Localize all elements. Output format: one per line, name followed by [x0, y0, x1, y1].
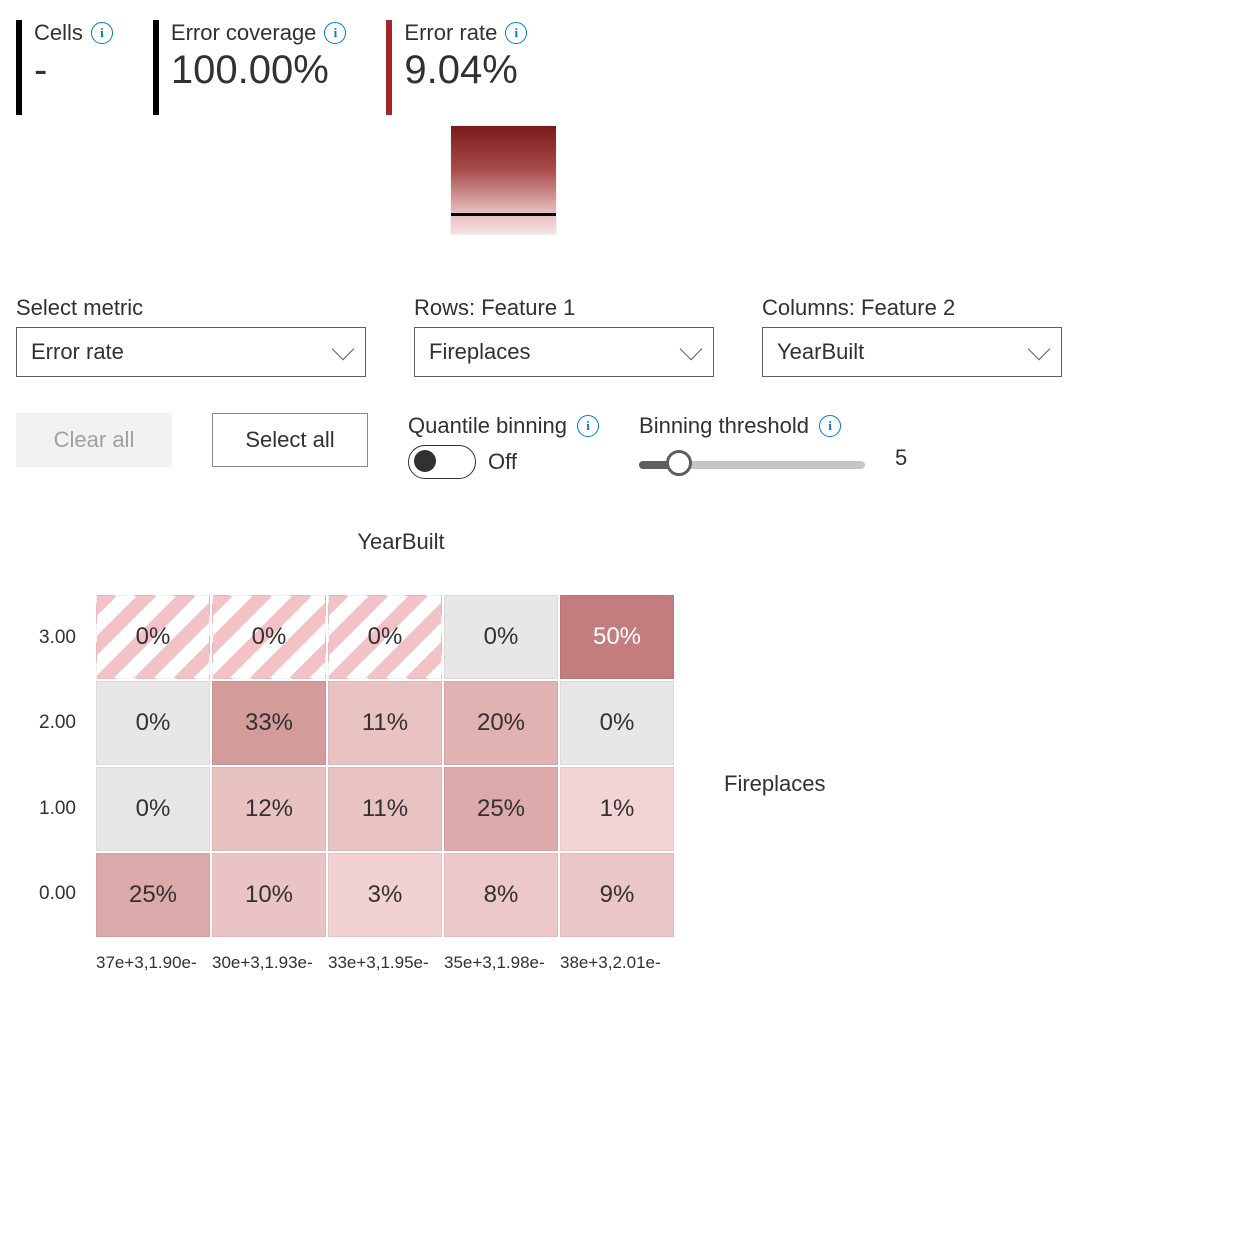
heatmap-cell[interactable]: 25% — [444, 767, 558, 851]
chevron-down-icon — [1028, 338, 1051, 361]
heatmap-cell[interactable]: 9% — [560, 853, 674, 937]
heatmap-y-label: 2.00 — [16, 681, 76, 765]
rows-feature-dropdown[interactable]: Fireplaces — [414, 327, 714, 377]
heatmap-cell[interactable]: 33% — [212, 681, 326, 765]
metric-error-rate-value: 9.04% — [404, 48, 527, 93]
heatmap-x-label: 35e+3,1.98e- — [444, 953, 558, 973]
info-icon[interactable]: i — [91, 22, 113, 44]
heatmap-cell[interactable]: 8% — [444, 853, 558, 937]
metric-error-coverage-value: 100.00% — [171, 48, 347, 93]
heatmap-cell[interactable]: 0% — [444, 595, 558, 679]
heatmap-x-label: 38e+3,2.01e- — [560, 953, 674, 973]
heatmap-cell[interactable]: 50% — [560, 595, 674, 679]
metric-cells-value: - — [34, 48, 113, 93]
heatmap-cell[interactable]: 20% — [444, 681, 558, 765]
info-icon[interactable]: i — [505, 22, 527, 44]
metric-bar — [16, 20, 22, 115]
heatmap-cell[interactable]: 0% — [96, 681, 210, 765]
rows-feature-value: Fireplaces — [429, 339, 530, 365]
info-icon[interactable]: i — [819, 415, 841, 437]
heatmap-row-title: Fireplaces — [724, 771, 825, 797]
heatmap-y-label: 3.00 — [16, 596, 76, 680]
heatmap-cell[interactable]: 11% — [328, 681, 442, 765]
info-icon[interactable]: i — [577, 415, 599, 437]
heatmap-cell[interactable]: 12% — [212, 767, 326, 851]
heatmap-cell[interactable]: 25% — [96, 853, 210, 937]
chevron-down-icon — [680, 338, 703, 361]
metric-error-coverage: Error coverage i 100.00% — [153, 20, 347, 115]
quantile-binning-label: Quantile binning — [408, 413, 567, 439]
rows-feature-label: Rows: Feature 1 — [414, 295, 714, 321]
heatmap-cell[interactable]: 1% — [560, 767, 674, 851]
select-all-button[interactable]: Select all — [212, 413, 368, 467]
quantile-binning-toggle[interactable] — [408, 445, 476, 479]
metric-cells-label: Cells — [34, 20, 83, 46]
heatmap-x-label: 37e+3,1.90e- — [96, 953, 210, 973]
metric-error-coverage-label: Error coverage — [171, 20, 317, 46]
slider-thumb[interactable] — [666, 450, 692, 476]
heatmap-y-label: 1.00 — [16, 767, 76, 851]
quantile-binning-state: Off — [488, 449, 517, 475]
select-metric-label: Select metric — [16, 295, 366, 321]
cols-feature-value: YearBuilt — [777, 339, 864, 365]
heatmap-grid: 0%0%0%0%50%0%33%11%20%0%0%12%11%25%1%25%… — [96, 595, 674, 937]
metric-bar — [153, 20, 159, 115]
metric-error-rate: Error rate i 9.04% — [386, 20, 527, 115]
binning-threshold-label: Binning threshold — [639, 413, 809, 439]
info-icon[interactable]: i — [324, 22, 346, 44]
select-metric-value: Error rate — [31, 339, 124, 365]
heatmap-x-label: 33e+3,1.95e- — [328, 953, 442, 973]
binning-threshold-slider[interactable] — [639, 461, 865, 469]
binning-threshold-value: 5 — [895, 445, 907, 471]
heatmap-cell[interactable]: 10% — [212, 853, 326, 937]
metric-error-rate-label: Error rate — [404, 20, 497, 46]
toggle-knob — [414, 450, 436, 472]
clear-all-button: Clear all — [16, 413, 172, 467]
chevron-down-icon — [332, 338, 355, 361]
cols-feature-dropdown[interactable]: YearBuilt — [762, 327, 1062, 377]
heatmap-x-label: 30e+3,1.93e- — [212, 953, 326, 973]
metric-cells: Cells i - — [16, 20, 113, 115]
heatmap-cell[interactable]: 0% — [560, 681, 674, 765]
heatmap-cell[interactable]: 0% — [212, 595, 326, 679]
cols-feature-label: Columns: Feature 2 — [762, 295, 1062, 321]
heatmap-column-title: YearBuilt — [116, 529, 686, 555]
heatmap-y-label: 0.00 — [16, 852, 76, 936]
heatmap-cell[interactable]: 3% — [328, 853, 442, 937]
color-scale-legend — [450, 125, 557, 235]
heatmap-cell[interactable]: 0% — [96, 595, 210, 679]
heatmap-cell[interactable]: 0% — [328, 595, 442, 679]
select-metric-dropdown[interactable]: Error rate — [16, 327, 366, 377]
metric-bar — [386, 20, 392, 115]
heatmap-cell[interactable]: 0% — [96, 767, 210, 851]
heatmap-cell[interactable]: 11% — [328, 767, 442, 851]
